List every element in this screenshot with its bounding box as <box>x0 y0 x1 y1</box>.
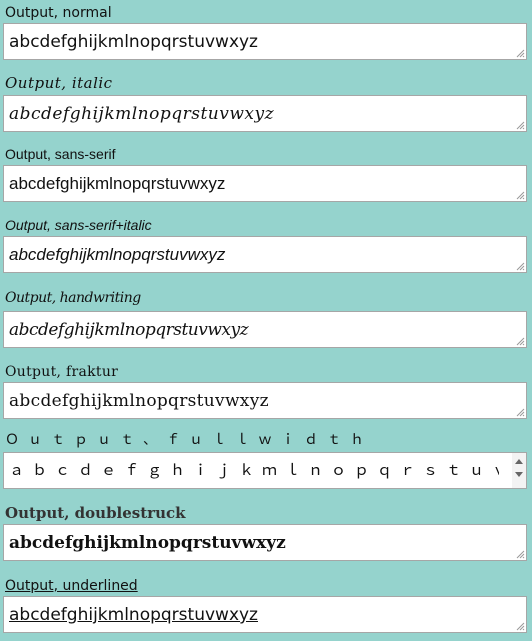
output-textarea-italic[interactable]: abcdefghijkmlnopqrstuvwxyz <box>3 95 527 132</box>
output-text-italic: abcdefghijkmlnopqrstuvwxyz <box>9 104 275 124</box>
output-textarea-fullwidth[interactable]: ａｂｃｄｅｆｇｈｉｊｋｍｌｎｏｐｑｒｓｔｕｖｗｘｙ ╷ <box>3 452 527 489</box>
output-textarea-sans-serif[interactable]: abcdefghijkmlnopqrstuvwxyz <box>3 165 527 202</box>
output-textarea-doublestruck[interactable]: abcdefghijkmlnopqrstuvwxyz <box>3 524 527 561</box>
resize-grip-icon[interactable] <box>516 191 525 200</box>
scroll-down-arrow-icon[interactable] <box>515 472 523 477</box>
output-text-doublestruck: abcdefghijkmlnopqrstuvwxyz <box>9 533 286 553</box>
scroll-up-arrow-icon[interactable] <box>515 459 523 464</box>
field-label-normal: Output, normal <box>5 5 112 21</box>
output-text-handwriting: abcdefghijkmlnopqrstuvwxyz <box>9 320 249 340</box>
field-label-doublestruck: Output, doublestruck <box>5 504 186 522</box>
output-text-sans-serif: abcdefghijkmlnopqrstuvwxyz <box>9 174 226 193</box>
field-label-sans-serif: Output, sans-serif <box>5 146 116 162</box>
output-text-normal: abcdefghijkmlnopqrstuvwxyz <box>9 32 258 52</box>
output-text-fraktur: abcdefghijkmlnopqrstuvwxyz <box>9 391 269 411</box>
resize-grip-icon[interactable] <box>516 550 525 559</box>
resize-grip-icon[interactable] <box>516 408 525 417</box>
field-label-sans-serif-italic: Output, sans-serif+italic <box>5 217 152 233</box>
field-label-handwriting: Output, handwriting <box>5 290 141 306</box>
output-textarea-sans-serif-italic[interactable]: abcdefghijkmlnopqrstuvwxyz <box>3 236 527 273</box>
field-label-italic: Output, italic <box>5 74 113 92</box>
resize-grip-icon[interactable] <box>516 49 525 58</box>
field-label-fraktur: Output, fraktur <box>5 364 119 380</box>
resize-grip-icon[interactable] <box>516 121 525 130</box>
resize-grip-icon[interactable] <box>516 262 525 271</box>
output-textarea-fraktur[interactable]: abcdefghijkmlnopqrstuvwxyz <box>3 382 527 419</box>
field-label-fullwidth: Ｏｕｔｐｕｔ、ｆｕｌｌｗｉｄｔｈ <box>5 432 373 448</box>
vertical-scrollbar[interactable] <box>512 453 526 488</box>
field-label-underlined: Output, underlined <box>5 578 138 594</box>
output-textarea-underlined[interactable]: abcdefghijkmlnopqrstuvwxyz <box>3 596 527 633</box>
output-text-underlined: abcdefghijkmlnopqrstuvwxyz <box>9 605 258 625</box>
output-text-sans-serif-italic: abcdefghijkmlnopqrstuvwxyz <box>9 245 226 264</box>
overflow-line-fragment: ╷ <box>10 482 18 489</box>
converter-page: Output, normal abcdefghijkmlnopqrstuvwxy… <box>0 0 532 641</box>
output-text-fullwidth: ａｂｃｄｅｆｇｈｉｊｋｍｌｎｏｐｑｒｓｔｕｖｗｘｙ <box>9 461 499 479</box>
resize-grip-icon[interactable] <box>516 337 525 346</box>
resize-grip-icon[interactable] <box>516 622 525 631</box>
output-textarea-handwriting[interactable]: abcdefghijkmlnopqrstuvwxyz <box>3 311 527 348</box>
output-textarea-normal[interactable]: abcdefghijkmlnopqrstuvwxyz <box>3 23 527 60</box>
